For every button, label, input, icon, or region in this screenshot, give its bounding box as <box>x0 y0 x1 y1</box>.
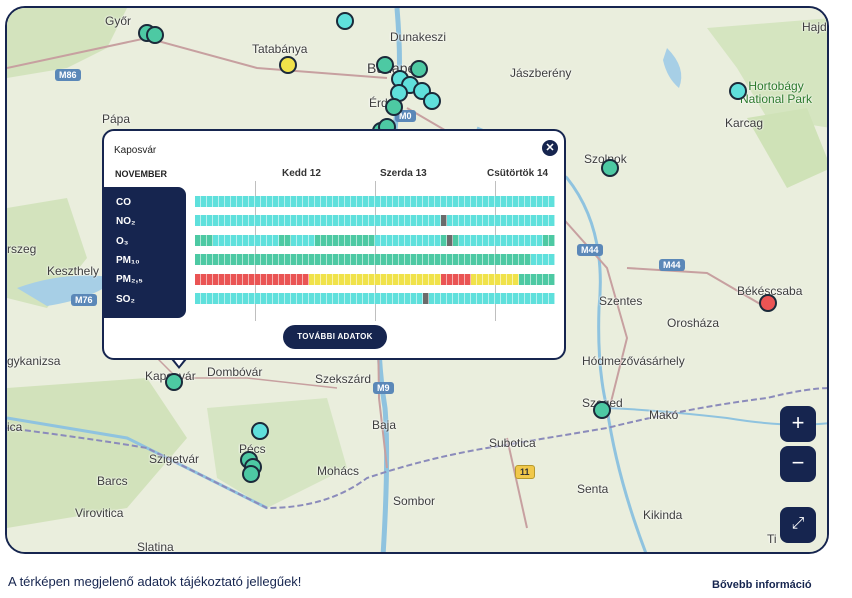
label-hajdu: Hajdú <box>802 20 827 34</box>
label-ica: ica <box>7 420 23 434</box>
station-marker[interactable] <box>336 12 354 30</box>
hour-cell[interactable] <box>549 293 555 304</box>
road-m44-east: M44 <box>659 259 685 271</box>
label-jaszbereny: Jászberény <box>510 66 572 80</box>
label-hortobagy: Hortobágy National Park <box>740 79 813 106</box>
fullscreen-button[interactable]: ⤢ <box>780 507 816 543</box>
zoom-out-button[interactable]: − <box>780 446 816 482</box>
label-kikinda: Kikinda <box>643 508 683 522</box>
label-keszthely: Keszthely <box>47 264 100 278</box>
station-marker[interactable] <box>601 159 619 177</box>
disclaimer-text: A térképen megjelenő adatok tájékoztató … <box>8 574 302 589</box>
label-baja: Baja <box>372 418 397 432</box>
station-marker[interactable] <box>376 56 394 74</box>
station-marker[interactable] <box>729 82 747 100</box>
pollutant-timeline-no2[interactable] <box>195 215 555 226</box>
label-mako: Makó <box>649 408 679 422</box>
popup-day-3: Csütörtök 14 <box>487 168 549 179</box>
station-marker[interactable] <box>593 401 611 419</box>
label-tatabanya: Tatabánya <box>252 42 308 56</box>
label-virovitica: Virovitica <box>75 506 124 520</box>
pollutant-timeline-so2[interactable] <box>195 293 555 304</box>
pollutant-labels-panel: CO NO₂ O₃ PM₁₀ PM₂,₅ SO₂ <box>104 187 186 318</box>
pollutant-label-no2: NO₂ <box>116 216 136 227</box>
pollutant-label-so2: SO₂ <box>116 294 135 305</box>
label-szeg: rszeg <box>7 242 37 256</box>
station-marker[interactable] <box>423 92 441 110</box>
pollutant-timeline-pm10[interactable] <box>195 254 555 265</box>
label-barcs: Barcs <box>97 474 128 488</box>
station-marker-kaposvar[interactable] <box>165 373 183 391</box>
road-11: 11 <box>515 465 535 479</box>
more-data-button[interactable]: TOVÁBBI ADATOK <box>283 325 387 349</box>
hour-cell[interactable] <box>549 254 555 265</box>
label-dunakeszi: Dunakeszi <box>390 30 447 44</box>
road-m76: M76 <box>71 294 97 306</box>
pollutant-timeline-pm25[interactable] <box>195 274 555 285</box>
more-info-link[interactable]: Bővebb információ <box>712 579 812 591</box>
pollutant-label-o3: O₃ <box>116 236 129 247</box>
pollutant-timeline-o3[interactable] <box>195 235 555 246</box>
label-slatina: Slatina <box>137 540 174 554</box>
label-szentes: Szentes <box>599 294 643 308</box>
label-dombovar: Dombóvár <box>207 365 263 379</box>
popup-day-2: Szerda 13 <box>380 168 427 179</box>
station-marker[interactable] <box>242 465 260 483</box>
station-marker[interactable] <box>251 422 269 440</box>
popup-month: NOVEMBER <box>115 169 168 179</box>
label-subotica: Subotica <box>489 436 536 450</box>
popup-close-button[interactable]: ✕ <box>542 140 558 156</box>
label-hodmezovasarhely: Hódmezővásárhely <box>582 354 685 368</box>
station-marker[interactable] <box>146 26 164 44</box>
expand-icon: ⤢ <box>791 515 805 532</box>
label-karcag: Karcag <box>725 116 764 130</box>
hour-cell[interactable] <box>549 196 555 207</box>
popup-day-1: Kedd 12 <box>282 168 321 179</box>
hour-cell[interactable] <box>549 235 555 246</box>
pollutant-label-pm10: PM₁₀ <box>116 255 140 266</box>
station-marker[interactable] <box>759 294 777 312</box>
label-senta: Senta <box>577 482 609 496</box>
station-marker[interactable] <box>279 56 297 74</box>
label-gyor: Győr <box>105 14 132 28</box>
station-marker[interactable] <box>410 60 428 78</box>
road-m86: M86 <box>55 69 81 81</box>
road-m9: M9 <box>373 382 394 394</box>
hour-cell[interactable] <box>549 274 555 285</box>
close-icon: ✕ <box>545 142 555 154</box>
label-nagykanizsa: gykanizsa <box>7 354 61 368</box>
label-mohacs: Mohács <box>317 464 360 478</box>
pollutant-timeline-co[interactable] <box>195 196 555 207</box>
station-popup: Kaposvár ✕ NOVEMBER Kedd 12 Szerda 13 Cs… <box>102 129 566 360</box>
label-ti: Ti <box>767 532 777 546</box>
popup-station-name: Kaposvár <box>114 145 157 156</box>
pollutant-label-co: CO <box>116 197 131 208</box>
label-szekszard: Szekszárd <box>315 372 372 386</box>
label-szigetvar: Szigetvár <box>149 452 200 466</box>
label-sombor: Sombor <box>393 494 436 508</box>
hour-cell[interactable] <box>549 215 555 226</box>
label-oroshaza: Orosháza <box>667 316 720 330</box>
road-m44-west: M44 <box>577 244 603 256</box>
station-marker[interactable] <box>385 98 403 116</box>
label-papa: Pápa <box>102 112 131 126</box>
pollutant-label-pm25: PM₂,₅ <box>116 274 143 285</box>
zoom-in-button[interactable]: + <box>780 406 816 442</box>
